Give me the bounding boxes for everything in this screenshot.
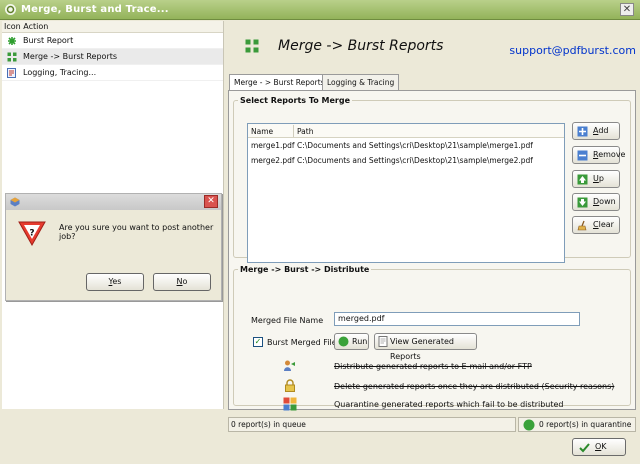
distribute-legend: Merge -> Burst -> Distribute (240, 265, 370, 274)
nav-item-label: Logging, Tracing... (23, 68, 97, 77)
ok-button[interactable]: OK (572, 438, 626, 456)
window-title: Merge, Burst and Trace... (21, 4, 169, 15)
burst-merged-file-checkbox[interactable]: ✓ (253, 337, 263, 347)
svg-text:?: ? (29, 229, 34, 239)
dialog-close-button[interactable]: ✕ (204, 195, 218, 208)
nav-item-label: Burst Report (23, 36, 74, 45)
row-path: C:\Documents and Settings\cri\Desktop\21… (297, 156, 533, 165)
table-row[interactable]: merge1.pdf C:\Documents and Settings\cri… (248, 138, 564, 153)
tab-merge-burst-reports[interactable]: Merge - > Burst Reports (229, 74, 330, 91)
app-icon (10, 197, 20, 207)
window-close-button[interactable]: ✕ (620, 3, 634, 16)
nav-item-burst-report[interactable]: Burst Report (2, 33, 223, 49)
status-ok-icon (523, 419, 535, 431)
arrow-down-icon (577, 197, 588, 208)
nav-item-merge-burst[interactable]: Merge -> Burst Reports (2, 49, 223, 65)
up-button[interactable]: Up (572, 170, 620, 188)
minus-icon (577, 150, 588, 161)
confirm-dialog: ✕ ? Are you sure you want to post anothe… (5, 193, 222, 301)
merged-file-input[interactable]: merged.pdf (334, 312, 580, 326)
remove-button[interactable]: Remove (572, 146, 625, 164)
merge-burst-icon (245, 39, 259, 53)
merge-burst-icon (7, 52, 17, 62)
burst-report-icon (8, 37, 16, 45)
action-panel-header: Icon Action (2, 21, 223, 33)
merged-file-label: Merged File Name (251, 316, 324, 325)
run-icon (338, 336, 349, 347)
reports-list[interactable]: Name Path merge1.pdf C:\Documents and Se… (247, 123, 565, 263)
app-icon (5, 4, 16, 15)
status-bar: 0 report(s) in queue 0 report(s) in quar… (228, 417, 636, 432)
nav-item-logging[interactable]: Logging, Tracing... (2, 65, 223, 81)
nav-item-label: Merge -> Burst Reports (23, 52, 118, 61)
distribute-option-label: Distribute generated reports to E-mail a… (334, 362, 532, 371)
queue-status: 0 report(s) in queue (228, 417, 516, 432)
column-header-name[interactable]: Name (251, 127, 273, 136)
lock-icon (285, 379, 295, 392)
row-path: C:\Documents and Settings\cri\Desktop\21… (297, 141, 533, 150)
view-generated-reports-button[interactable]: View Generated Reports (374, 333, 477, 361)
dialog-message: Are you sure you want to post another jo… (59, 223, 214, 241)
broom-icon (577, 220, 587, 231)
page-title: Merge -> Burst Reports (278, 38, 444, 54)
clear-button[interactable]: Clear (572, 216, 620, 234)
yes-button[interactable]: Yes (86, 273, 144, 291)
distribute-icon (284, 360, 295, 371)
row-name: merge1.pdf (251, 141, 295, 150)
quarantine-option-label: Quarantine generated reports which fail … (334, 400, 564, 409)
plus-icon (577, 126, 588, 137)
dialog-title-bar: ✕ (6, 194, 221, 210)
delete-option-label: Delete generated reports once they are d… (334, 382, 615, 391)
row-name: merge2.pdf (251, 156, 295, 165)
question-warning-icon: ? (18, 221, 46, 246)
content-area: Merge -> Burst Reports support@pdfburst.… (226, 21, 640, 464)
checkmark-icon (579, 443, 590, 453)
table-row[interactable]: merge2.pdf C:\Documents and Settings\cri… (248, 153, 564, 168)
logging-icon (7, 68, 16, 78)
no-button[interactable]: No (153, 273, 211, 291)
window-title-bar: Merge, Burst and Trace... ✕ (0, 0, 640, 20)
add-button[interactable]: Add (572, 122, 620, 140)
reports-icon (378, 336, 388, 347)
run-button[interactable]: Run (334, 333, 369, 350)
down-button[interactable]: Down (572, 193, 620, 211)
column-header-path[interactable]: Path (297, 127, 313, 136)
tab-logging-tracing[interactable]: Logging & Tracing (322, 74, 400, 90)
reports-list-header: Name Path (248, 124, 564, 138)
quarantine-icon (283, 397, 297, 411)
burst-merged-file-label[interactable]: Burst Merged File (267, 338, 337, 347)
tab-panel: Select Reports To Merge Name Path merge1… (228, 90, 636, 411)
support-email-link[interactable]: support@pdfburst.com (509, 44, 636, 57)
select-reports-legend: Select Reports To Merge (240, 96, 350, 105)
quarantine-status: 0 report(s) in quarantine (518, 417, 636, 432)
arrow-up-icon (577, 174, 588, 185)
